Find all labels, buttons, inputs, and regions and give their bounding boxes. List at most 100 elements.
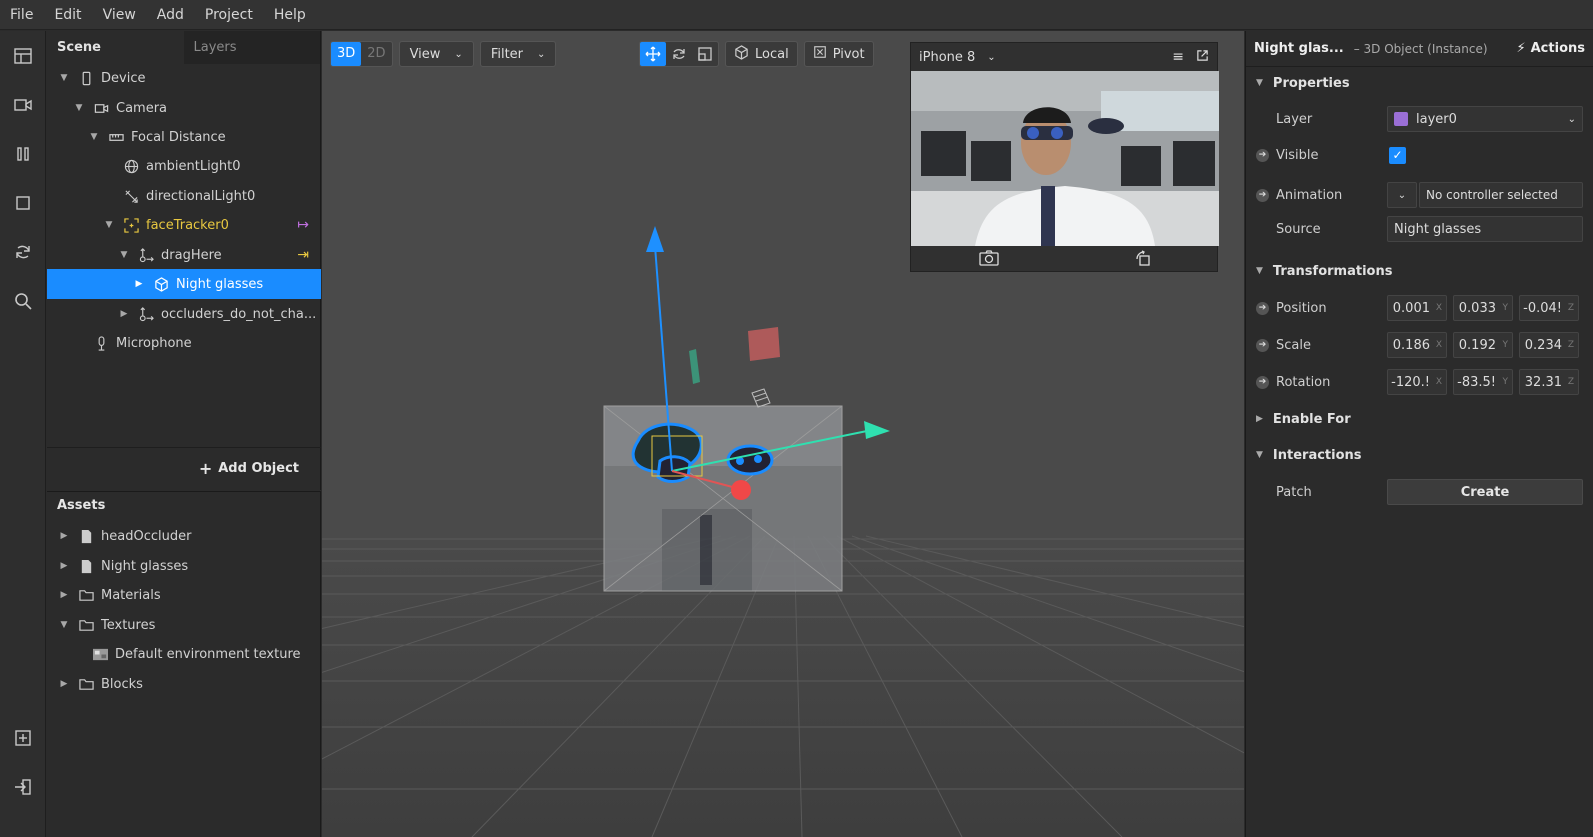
position-y-input[interactable]: 0.033 Y [1453, 295, 1513, 321]
rotation-y-input[interactable]: -83.5! Y [1453, 369, 1513, 395]
export-icon[interactable] [8, 772, 38, 802]
section-properties[interactable]: ▼ Properties [1246, 68, 1593, 98]
asset-label: Default environment texture [115, 646, 301, 662]
layout-icon[interactable] [8, 41, 38, 71]
position-z-input[interactable]: -0.04! Z [1519, 295, 1579, 321]
menu-add[interactable]: Add [147, 0, 195, 30]
menu-file[interactable]: File [0, 0, 44, 30]
tree-item-occluders[interactable]: ▶ occluders_do_not_cha... [47, 299, 321, 329]
search-icon[interactable] [8, 286, 38, 316]
scene-viewport[interactable]: 3D 2D View ⌄ Filter ⌄ Local Pivot iPhone… [322, 31, 1244, 837]
visible-checkbox[interactable]: ✓ [1389, 146, 1406, 164]
tree-item-label: directionalLight0 [146, 188, 256, 204]
position-x-input[interactable]: 0.001 X [1387, 295, 1447, 321]
refresh-icon[interactable] [8, 237, 38, 267]
scale-x-input[interactable]: 0.186 X [1387, 332, 1447, 358]
view-dropdown[interactable]: View ⌄ [398, 41, 474, 67]
position-z-value: -0.04! [1523, 300, 1562, 316]
chevron-right-icon[interactable]: ▶ [59, 679, 69, 689]
chevron-right-icon[interactable]: ▶ [59, 531, 69, 541]
menu-help[interactable]: Help [264, 0, 317, 30]
source-field[interactable]: Night glasses [1387, 216, 1583, 242]
source-value: Night glasses [1394, 221, 1482, 237]
popout-icon[interactable] [1196, 49, 1209, 66]
section-transformations[interactable]: ▼ Transformations [1246, 256, 1593, 286]
scale-z-input[interactable]: 0.234 Z [1519, 332, 1579, 358]
chevron-right-icon[interactable]: ▶ [59, 590, 69, 600]
add-patch-icon[interactable]: ➔ [1256, 148, 1269, 162]
rotation-z-input[interactable]: 32.31 Z [1519, 369, 1579, 395]
view-label: View [409, 46, 441, 62]
dimension-toggle[interactable]: 3D 2D [330, 41, 393, 67]
globe-icon [122, 158, 140, 174]
asset-materials[interactable]: ▶ Materials [47, 580, 321, 610]
tree-item-focal-distance[interactable]: ▼ Focal Distance [47, 122, 321, 152]
animation-value-field[interactable]: No controller selected [1419, 182, 1583, 208]
tree-item-face-tracker[interactable]: ▼ faceTracker0 ↦ [47, 210, 321, 240]
mode-3d-button[interactable]: 3D [331, 42, 362, 66]
input-arrow-icon[interactable]: ⇥ [297, 247, 309, 263]
stop-icon[interactable] [8, 188, 38, 218]
tree-item-device[interactable]: ▼ Device [47, 63, 321, 93]
animation-dropdown[interactable]: ⌄ [1387, 182, 1417, 208]
move-icon[interactable] [640, 42, 666, 66]
transform-mode-group[interactable] [639, 41, 719, 67]
rotate-icon[interactable] [666, 42, 692, 66]
pause-icon[interactable] [8, 139, 38, 169]
rotation-x-input[interactable]: -120.! X [1387, 369, 1447, 395]
add-patch-icon[interactable]: ➔ [1256, 338, 1269, 352]
asset-blocks[interactable]: ▶ Blocks [47, 669, 321, 699]
video-icon[interactable] [8, 90, 38, 120]
chevron-right-icon[interactable]: ▶ [119, 309, 129, 319]
tree-item-ambient-light[interactable]: ambientLight0 [47, 151, 321, 181]
menu-icon[interactable]: ≡ [1172, 49, 1184, 65]
menu-view[interactable]: View [93, 0, 147, 30]
add-patch-icon[interactable]: ➔ [1256, 188, 1269, 202]
tree-item-microphone[interactable]: Microphone [47, 328, 321, 358]
chevron-down-icon[interactable]: ⌄ [987, 52, 995, 63]
asset-head-occluder[interactable]: ▶ headOccluder [47, 521, 321, 551]
asset-default-env-texture[interactable]: Default environment texture [47, 639, 321, 669]
menu-project[interactable]: Project [195, 0, 264, 30]
chevron-down-icon[interactable]: ▼ [119, 250, 129, 260]
tab-layers[interactable]: Layers [183, 31, 320, 64]
add-patch-icon[interactable]: ➔ [1256, 375, 1269, 389]
scale-y-input[interactable]: 0.192 Y [1453, 332, 1513, 358]
import-icon[interactable] [8, 723, 38, 753]
add-patch-icon[interactable]: ➔ [1256, 301, 1269, 315]
output-arrow-icon[interactable]: ↦ [297, 217, 309, 233]
tab-scene[interactable]: Scene [47, 31, 184, 64]
tree-item-directional-light[interactable]: directionalLight0 [47, 181, 321, 211]
layer-select[interactable]: layer0 ⌄ [1387, 106, 1583, 132]
null-object-icon [137, 306, 155, 322]
add-object-button[interactable]: + Add Object [47, 447, 321, 489]
create-patch-button[interactable]: Create [1387, 479, 1583, 505]
chevron-right-icon[interactable]: ▶ [59, 561, 69, 571]
local-button[interactable]: Local [725, 41, 798, 67]
chevron-down-icon[interactable]: ▼ [59, 620, 69, 630]
chevron-down-icon[interactable]: ▼ [59, 73, 69, 83]
section-interactions[interactable]: ▼ Interactions [1246, 440, 1593, 470]
scale-icon[interactable] [692, 42, 718, 66]
chevron-down-icon[interactable]: ▼ [104, 220, 114, 230]
chevron-right-icon[interactable]: ▶ [134, 279, 144, 289]
chevron-down-icon[interactable]: ▼ [74, 103, 84, 113]
asset-night-glasses[interactable]: ▶ Night glasses [47, 551, 321, 581]
rotate-device-icon[interactable] [1135, 249, 1151, 270]
section-enable-for[interactable]: ▶ Enable For [1246, 404, 1593, 434]
inspector-title: Night glas... [1254, 41, 1344, 56]
screenshot-icon[interactable] [979, 249, 999, 270]
tree-item-camera[interactable]: ▼ Camera [47, 93, 321, 123]
tree-item-label: occluders_do_not_cha... [161, 306, 317, 322]
actions-button[interactable]: ⚡ Actions [1516, 41, 1585, 56]
device-select[interactable]: iPhone 8 [919, 50, 975, 65]
pivot-button[interactable]: Pivot [803, 41, 874, 67]
menu-edit[interactable]: Edit [44, 0, 92, 30]
chevron-down-icon[interactable]: ▼ [89, 132, 99, 142]
asset-textures[interactable]: ▼ Textures [47, 610, 321, 640]
mode-2d-button[interactable]: 2D [361, 42, 391, 66]
filter-dropdown[interactable]: Filter ⌄ [479, 41, 557, 67]
tree-item-drag-here[interactable]: ▼ dragHere ⇥ [47, 240, 321, 270]
position-label: Position [1276, 300, 1327, 316]
tree-item-night-glasses[interactable]: ▶ Night glasses [47, 269, 321, 299]
